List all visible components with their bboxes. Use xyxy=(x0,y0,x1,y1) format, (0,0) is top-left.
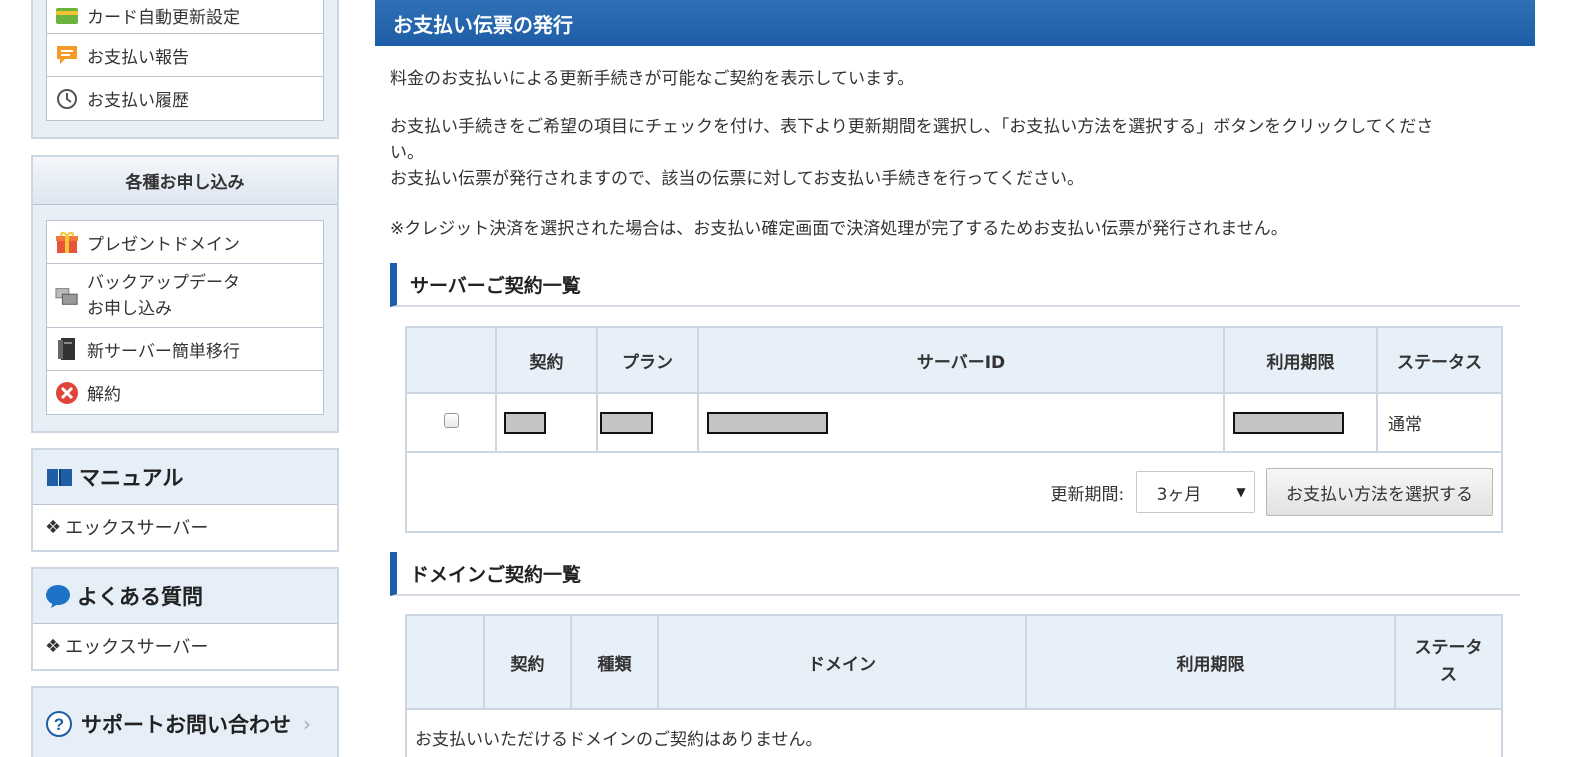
table-header-status: ステータス xyxy=(1376,326,1503,394)
sidebar-item-label: プレゼントドメイン xyxy=(87,234,240,255)
sidebar-item-label: お支払い履歴 xyxy=(87,91,189,111)
sidebar-item-cancel[interactable]: 解約 xyxy=(47,371,323,414)
clock-icon xyxy=(55,87,79,111)
manual-item-label: エックスサーバー xyxy=(65,518,209,539)
server-id-cell xyxy=(697,392,1225,453)
manual-item-xserver[interactable]: ❖ エックスサーバー xyxy=(33,505,337,549)
contract-cell xyxy=(495,392,598,453)
apply-panel: 各種お申し込み プレゼントドメイン バックアップデータ お申し込み 新サーバー簡… xyxy=(31,155,339,433)
redacted-value xyxy=(1233,411,1344,434)
expiry-cell xyxy=(1223,392,1378,453)
backup-label-line1: バックアップデータ xyxy=(87,272,240,293)
chat-icon xyxy=(45,584,71,608)
table-header-contract: 契約 xyxy=(483,614,572,710)
select-payment-method-button[interactable]: お支払い方法を選択する xyxy=(1266,468,1493,516)
table-header-contract: 契約 xyxy=(495,326,598,394)
plan-cell xyxy=(596,392,699,453)
status-header-line2: ス xyxy=(1440,665,1457,685)
card-icon xyxy=(55,4,79,28)
table-header-check xyxy=(405,326,497,394)
table-header-plan: プラン xyxy=(596,326,699,394)
renew-period-select[interactable]: 3ヶ月 ▼ xyxy=(1135,471,1255,513)
book-icon xyxy=(45,466,75,488)
svg-text:?: ? xyxy=(54,715,64,734)
server-section-title: サーバーご契約一覧 xyxy=(390,263,1520,307)
speech-bubble-icon xyxy=(55,43,79,67)
support-box[interactable]: ? サポートお問い合わせ › xyxy=(31,686,339,757)
table-row: 通常 xyxy=(405,392,1503,453)
sidebar-item-backup-data[interactable]: バックアップデータ お申し込み xyxy=(47,264,323,328)
sidebar-item-present-domain[interactable]: プレゼントドメイン xyxy=(47,221,323,264)
sidebar-item-payment-report[interactable]: お支払い報告 xyxy=(47,34,323,77)
caret-down-icon: ▼ xyxy=(1236,485,1246,499)
instruction-line3: お支払い伝票が発行されますので、該当の伝票に対してお支払い手続きを行ってください… xyxy=(390,169,1084,189)
faq-item-label: エックスサーバー xyxy=(65,637,209,658)
redacted-value xyxy=(504,411,546,434)
domain-empty-message: お支払いいただけるドメインのご契約はありません。 xyxy=(405,708,1503,757)
credit-note: ※クレジット決済を選択された場合は、お支払い確定画面で決済処理が完了するためお支… xyxy=(390,219,1288,239)
backup-label-line2: お申し込み xyxy=(87,298,172,319)
table-header-expiry: 利用期限 xyxy=(1025,614,1396,710)
gift-icon xyxy=(55,230,79,254)
faq-title[interactable]: よくある質問 xyxy=(33,569,337,624)
domain-section-title: ドメインご契約一覧 xyxy=(390,552,1520,596)
sidebar-item-label: カード自動更新設定 xyxy=(87,8,240,28)
intro-text: 料金のお支払いによる更新手続きが可能なご契約を表示しています。 xyxy=(390,69,915,89)
faq-title-label: よくある質問 xyxy=(77,585,203,609)
sidebar-item-label: お支払い報告 xyxy=(87,47,189,68)
support-title-label: サポートお問い合わせ xyxy=(81,712,291,737)
server-icon xyxy=(55,337,79,361)
sidebar-item-label: 解約 xyxy=(87,385,121,405)
renew-period-label: 更新期間: xyxy=(1050,484,1125,505)
table-header-check xyxy=(405,614,485,710)
main-content: お支払い伝票の発行 料金のお支払いによる更新手続きが可能なご契約を表示しています… xyxy=(375,0,1535,757)
status-header-line1: ステータ xyxy=(1414,638,1483,658)
redacted-value xyxy=(600,411,653,434)
row-checkbox[interactable] xyxy=(443,412,459,428)
domain-contract-table: 契約 種類 ドメイン 利用期限 ステータ ス お支払いいただけるドメインのご契約… xyxy=(405,614,1503,757)
diamond-bullet-icon: ❖ xyxy=(45,516,62,538)
table-header-domain: ドメイン xyxy=(657,614,1027,710)
table-header-expiry: 利用期限 xyxy=(1223,326,1378,394)
question-icon: ? xyxy=(45,710,73,738)
sidebar-item-server-migration[interactable]: 新サーバー簡単移行 xyxy=(47,328,323,371)
table-header-type: 種類 xyxy=(570,614,659,710)
manual-title[interactable]: マニュアル xyxy=(33,450,337,505)
backup-icon xyxy=(55,284,79,308)
renew-footer-cell: 更新期間: 3ヶ月 ▼ お支払い方法を選択する xyxy=(405,451,1503,533)
server-contract-table: 契約 プラン サーバーID 利用期限 ステータス 通常 更新期間: 3ヶ月 ▼ xyxy=(405,326,1503,533)
cancel-icon xyxy=(55,381,79,405)
sidebar-item-card-auto-renew[interactable]: カード自動更新設定 xyxy=(47,0,323,34)
sidebar-item-label: 新サーバー簡単移行 xyxy=(87,341,240,362)
instruction-line1: お支払い手続きをご希望の項目にチェックを付け、表下より更新期間を選択し、「お支払… xyxy=(390,117,1434,137)
apply-panel-title: 各種お申し込み xyxy=(33,157,337,205)
faq-item-xserver[interactable]: ❖ エックスサーバー xyxy=(33,624,337,668)
redacted-value xyxy=(707,411,828,434)
status-cell: 通常 xyxy=(1376,392,1503,453)
payment-panel: カード自動更新設定 お支払い報告 お支払い履歴 xyxy=(31,0,339,139)
chevron-right-icon: › xyxy=(303,711,311,736)
renew-period-value: 3ヶ月 xyxy=(1156,484,1202,505)
manual-title-label: マニュアル xyxy=(79,466,184,490)
sidebar-item-label: バックアップデータ お申し込み xyxy=(87,270,240,322)
table-header-status: ステータ ス xyxy=(1394,614,1503,710)
instruction-line2: い。 xyxy=(390,143,424,163)
diamond-bullet-icon: ❖ xyxy=(45,635,62,657)
instruction-text: お支払い手続きをご希望の項目にチェックを付け、表下より更新期間を選択し、「お支払… xyxy=(390,114,1510,192)
sidebar-item-payment-history[interactable]: お支払い履歴 xyxy=(47,77,323,120)
table-header-server-id: サーバーID xyxy=(697,326,1225,394)
manual-box: マニュアル ❖ エックスサーバー xyxy=(31,448,339,552)
faq-box: よくある質問 ❖ エックスサーバー xyxy=(31,567,339,671)
page-title: お支払い伝票の発行 xyxy=(375,0,1535,46)
row-check-cell xyxy=(405,392,497,453)
